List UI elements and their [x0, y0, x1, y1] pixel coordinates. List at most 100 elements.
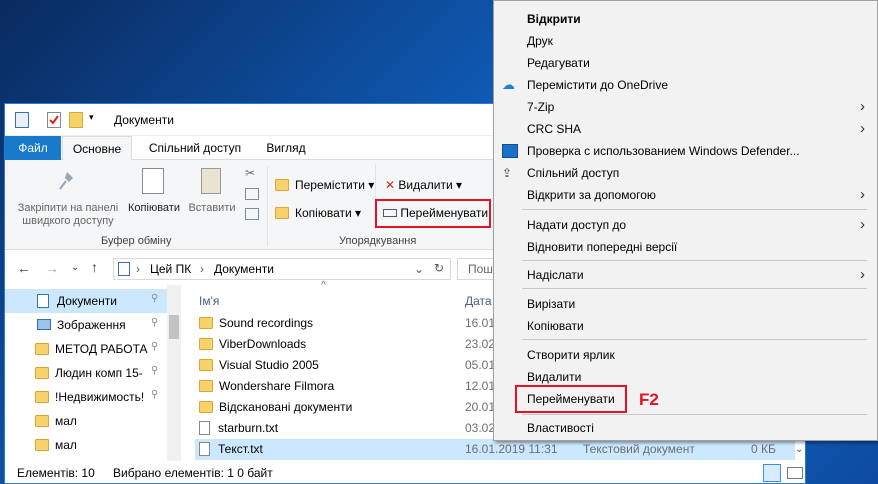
delete-button[interactable]: ✕ Видалити ▾ — [385, 178, 475, 194]
delete-x-icon: ✕ — [385, 178, 396, 192]
chevron-down-icon[interactable]: ▾ — [89, 112, 103, 128]
chevron-down-icon[interactable]: ⌄ — [414, 262, 424, 276]
pin-icon[interactable]: ⚲ — [151, 341, 158, 352]
menu-item-7zip[interactable]: 7-Zip › — [494, 96, 877, 118]
shield-icon — [502, 144, 518, 158]
nav-item-folder[interactable]: Людин комп 15- — [35, 361, 143, 385]
pin-icon[interactable]: ⚲ — [151, 389, 158, 400]
menu-separator — [522, 288, 867, 289]
folder-icon — [199, 317, 213, 329]
menu-item-open[interactable]: Відкрити — [494, 8, 877, 30]
menu-separator — [522, 209, 867, 210]
chevron-right-icon: › — [860, 98, 865, 115]
breadcrumb-pc[interactable]: Цей ПК — [150, 262, 191, 276]
menu-item-copy[interactable]: Копіювати — [494, 315, 877, 337]
pin-icon[interactable]: ⚲ — [151, 365, 158, 376]
selected-list-item[interactable]: Текст.txt 16.01.2019 11:31 Текстовий докум… — [195, 439, 795, 460]
up-arrow-icon[interactable]: ↑ — [91, 259, 98, 275]
folder-icon — [35, 439, 49, 451]
window-title: Документи — [114, 113, 174, 127]
folder-icon — [199, 359, 213, 371]
scroll-down-icon[interactable]: ⌄ — [795, 444, 803, 455]
nav-item-documents[interactable]: Документи — [37, 289, 117, 313]
copy-to-button[interactable]: Копіювати ▾ — [275, 206, 375, 222]
chevron-right-icon[interactable]: › — [200, 262, 204, 276]
search-input[interactable]: Пош — [457, 258, 497, 280]
scissors-icon[interactable]: ✂ — [245, 166, 259, 180]
cloud-icon: ☁ — [502, 77, 515, 92]
checkmark-icon[interactable] — [47, 112, 61, 128]
menu-item-restore-versions[interactable]: Відновити попередні версії — [494, 236, 877, 258]
scrollbar-thumb[interactable] — [169, 315, 179, 339]
large-icons-view-icon[interactable] — [787, 467, 803, 479]
pin-icon[interactable]: ⚲ — [151, 293, 158, 304]
folder-icon — [35, 391, 49, 403]
menu-item-send-to[interactable]: Надіслати › — [494, 264, 877, 286]
menu-item-defender[interactable]: Проверка с использованием Windows Defend… — [494, 140, 877, 162]
chevron-right-icon: › — [860, 120, 865, 137]
copy-button[interactable]: Копіювати — [125, 202, 183, 215]
context-menu: Відкрити Друк Редагувати ☁ Перемістити до… — [493, 0, 878, 441]
menu-item-give-access[interactable]: Надати доступ до › — [494, 214, 877, 236]
chevron-right-icon[interactable]: › — [136, 262, 140, 276]
sort-arrow-icon: ^ — [321, 280, 326, 291]
nav-item-folder[interactable]: !Недвижимость! — [35, 385, 144, 409]
menu-item-onedrive[interactable]: ☁ Перемістити до OneDrive — [494, 74, 877, 96]
rename-highlight-box — [375, 199, 491, 228]
details-view-icon[interactable] — [763, 464, 781, 482]
folder-icon — [35, 367, 49, 379]
folder-icon — [199, 380, 213, 392]
nav-scrollbar[interactable] — [167, 285, 181, 461]
recent-dropdown-icon[interactable]: ⌄ — [71, 262, 79, 273]
chevron-right-icon: › — [860, 266, 865, 283]
tab-file[interactable]: Файл — [5, 136, 61, 160]
menu-item-edit[interactable]: Редагувати — [494, 52, 877, 74]
pictures-icon — [37, 319, 51, 330]
paste-button[interactable]: Вставити — [185, 202, 239, 215]
clipboard-group-label: Буфер обміну — [101, 235, 172, 247]
menu-item-print[interactable]: Друк — [494, 30, 877, 52]
nav-item-images[interactable]: Зображення — [37, 313, 126, 337]
refresh-icon[interactable]: ↻ — [434, 261, 444, 275]
menu-item-create-shortcut[interactable]: Створити ярлик — [494, 344, 877, 366]
column-date[interactable]: Дата — [465, 291, 492, 312]
menu-item-crc-sha[interactable]: CRC SHA › — [494, 118, 877, 140]
menu-item-share[interactable]: ⇪ Спільний доступ — [494, 162, 877, 184]
menu-item-cut[interactable]: Вирізати — [494, 293, 877, 315]
folder-icon — [199, 338, 213, 350]
new-folder-icon[interactable] — [69, 112, 83, 128]
breadcrumb-documents[interactable]: Документи — [214, 262, 274, 276]
menu-item-properties[interactable]: Властивості — [494, 417, 877, 439]
tab-share[interactable]: Спільний доступ — [145, 136, 245, 160]
tab-home[interactable]: Основне — [62, 136, 132, 161]
forward-arrow-icon[interactable]: → — [45, 260, 59, 276]
nav-item-folder[interactable]: мал — [35, 433, 77, 457]
chevron-right-icon: › — [860, 216, 865, 233]
menu-separator — [522, 339, 867, 340]
tab-view[interactable]: Вигляд — [257, 136, 315, 160]
item-count: Елементів: 10 — [17, 466, 95, 480]
pin-icon — [57, 170, 77, 192]
address-box[interactable]: › Цей ПК › Документи ⌄ ↻ — [113, 258, 451, 280]
menu-separator — [522, 414, 867, 415]
copy-path-icon[interactable] — [245, 188, 259, 200]
documents-icon — [37, 294, 49, 308]
folder-icon — [199, 401, 213, 413]
selection-info: Вибрано елементів: 1 0 байт — [113, 466, 273, 480]
pin-icon[interactable]: ⚲ — [151, 317, 158, 328]
folder-icon — [275, 179, 289, 191]
column-name[interactable]: Ім'я — [199, 294, 219, 308]
shortcut-hint: F2 — [639, 390, 659, 409]
folder-icon — [35, 415, 49, 427]
back-arrow-icon[interactable]: ← — [17, 260, 31, 276]
properties-icon[interactable] — [15, 112, 29, 128]
status-bar: Елементів: 10 Вибрано елементів: 1 0 бай… — [5, 461, 805, 484]
nav-item-folder[interactable]: МЕТОД РАБОТА — [35, 337, 148, 361]
group-divider — [267, 166, 268, 246]
nav-item-folder[interactable]: мал — [35, 409, 77, 433]
paste-shortcut-icon[interactable] — [245, 208, 259, 220]
text-file-icon — [199, 442, 210, 456]
pin-quick-access-button[interactable]: Закріпити на панелі швидкого доступу — [9, 202, 127, 228]
text-file-icon — [199, 421, 210, 435]
menu-item-open-with[interactable]: Відкрити за допомогою › — [494, 184, 877, 206]
